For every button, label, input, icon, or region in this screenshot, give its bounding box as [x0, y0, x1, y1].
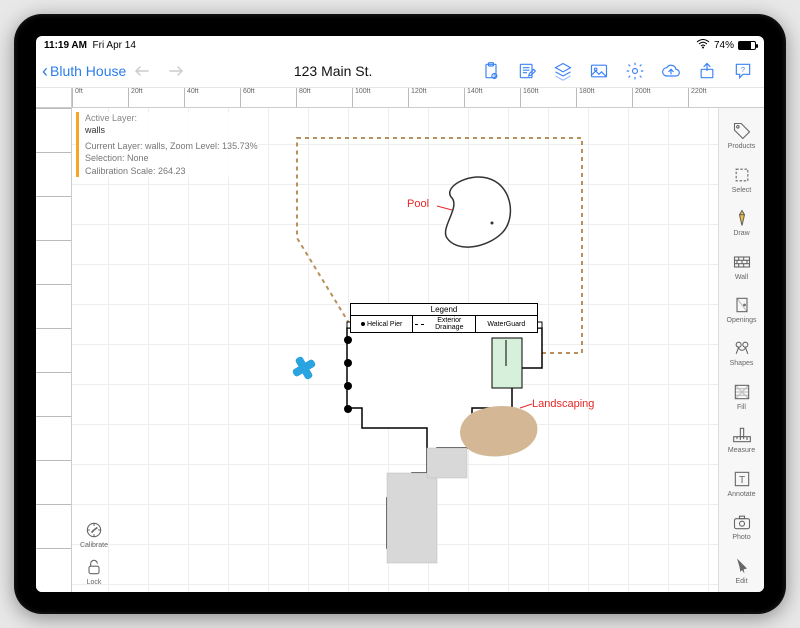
layers-icon[interactable]	[552, 60, 574, 82]
edit-form-icon[interactable]	[516, 60, 538, 82]
battery-icon	[738, 41, 756, 50]
calibrate-tool[interactable]: Calibrate	[78, 520, 110, 549]
chevron-left-icon: ‹	[42, 62, 48, 80]
photo-tool[interactable]: Photo	[719, 505, 764, 548]
left-tools: Calibrate Lock	[78, 520, 110, 586]
legend-title: Legend	[351, 304, 537, 316]
shapes-tool[interactable]: Shapes	[719, 331, 764, 374]
tablet-frame: 11:19 AM Fri Apr 14 74% ‹ Bluth House	[14, 14, 786, 614]
redo-button[interactable]	[162, 59, 186, 83]
cloud-upload-icon[interactable]	[660, 60, 682, 82]
screen: 11:19 AM Fri Apr 14 74% ‹ Bluth House	[36, 36, 764, 592]
clipboard-icon[interactable]: $	[480, 60, 502, 82]
image-icon[interactable]	[588, 60, 610, 82]
measure-tool[interactable]: Measure	[719, 418, 764, 461]
back-button[interactable]: ‹ Bluth House	[42, 62, 126, 80]
svg-text:?: ?	[741, 64, 745, 73]
openings-tool[interactable]: Openings	[719, 288, 764, 331]
battery-percent: 74%	[714, 40, 734, 51]
horizontal-ruler: 0ft20ft40ft60ft80ft100ft120ft140ft160ft1…	[36, 88, 764, 108]
nav-bar: ‹ Bluth House 123 Main St. $ ?	[36, 54, 764, 88]
legend-item: WaterGuard	[476, 316, 537, 332]
settings-icon[interactable]	[624, 60, 646, 82]
nav-icons: $ ?	[480, 60, 758, 82]
landscaping-annotation: Landscaping	[532, 398, 594, 410]
pool-annotation: Pool	[407, 198, 429, 210]
products-tool[interactable]: Products	[719, 114, 764, 157]
wifi-icon	[696, 39, 710, 52]
status-time: 11:19 AM Fri Apr 14	[44, 40, 136, 51]
legend-box: Legend Helical Pier Exterior Drainage Wa…	[350, 303, 538, 333]
back-label: Bluth House	[50, 63, 126, 79]
svg-text:T: T	[738, 475, 744, 486]
undo-button[interactable]	[132, 59, 156, 83]
wall-tool[interactable]: Wall	[719, 244, 764, 287]
status-bar: 11:19 AM Fri Apr 14 74%	[36, 36, 764, 54]
drawing-canvas[interactable]: Active Layer: walls Current Layer: walls…	[72, 108, 718, 592]
right-toolbar: Products Select Draw Wall Openings Shape…	[718, 108, 764, 592]
page-title: 123 Main St.	[192, 63, 474, 79]
legend-item: Helical Pier	[351, 316, 413, 332]
legend-item: Exterior Drainage	[413, 316, 475, 332]
select-tool[interactable]: Select	[719, 157, 764, 200]
floor-plan-drawing: Pool Landscaping Legend Helical Pier Ext…	[72, 108, 718, 592]
annotate-tool[interactable]: TAnnotate	[719, 462, 764, 505]
help-icon[interactable]: ?	[732, 60, 754, 82]
vertical-ruler	[36, 108, 72, 592]
edit-tool[interactable]: Edit	[719, 549, 764, 592]
lock-tool[interactable]: Lock	[78, 557, 110, 586]
draw-tool[interactable]: Draw	[719, 201, 764, 244]
fill-tool[interactable]: Fill	[719, 375, 764, 418]
share-icon[interactable]	[696, 60, 718, 82]
